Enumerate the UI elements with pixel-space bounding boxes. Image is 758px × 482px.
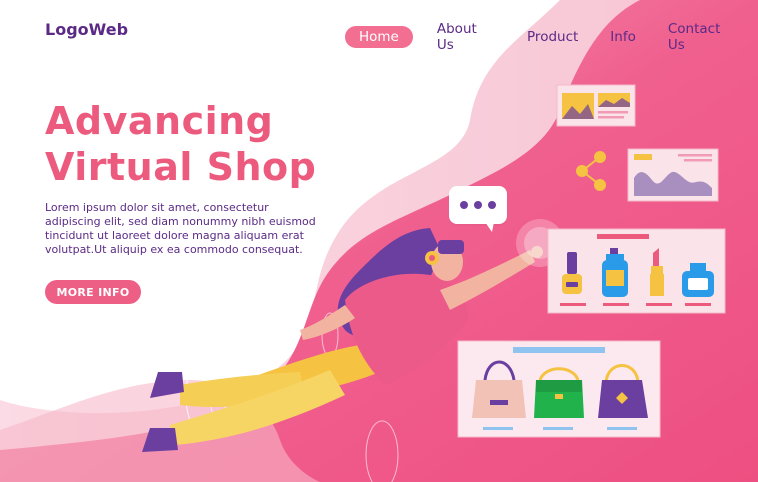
- hero-title: Advancing Virtual Shop: [45, 98, 316, 190]
- analytics-chart-panel: [627, 148, 719, 202]
- nav-item-about-us[interactable]: About Us: [423, 18, 509, 56]
- image-card-panel: [556, 84, 636, 127]
- typing-dot: [460, 201, 468, 209]
- nav-item-home[interactable]: Home: [345, 26, 413, 48]
- hero-title-line-1: Advancing: [45, 99, 274, 143]
- hero-description: Lorem ipsum dolor sit amet, consectetur …: [45, 201, 316, 256]
- typing-dot: [488, 201, 496, 209]
- cosmetics-product-panel: [547, 228, 726, 314]
- main-navigation: Home About Us Product Info Contact Us: [345, 18, 758, 56]
- typing-dot: [474, 201, 482, 209]
- chat-bubble-tail: [485, 222, 494, 232]
- chat-bubble-icon: [449, 186, 507, 224]
- nav-item-contact-us[interactable]: Contact Us: [654, 18, 752, 56]
- site-logo[interactable]: LogoWeb: [45, 20, 128, 39]
- nav-item-product[interactable]: Product: [513, 26, 592, 48]
- handbags-product-panel: [457, 340, 661, 438]
- hero-title-line-2: Virtual Shop: [45, 145, 317, 189]
- more-info-button[interactable]: MORE INFO: [45, 280, 141, 304]
- nav-item-info[interactable]: Info: [596, 26, 650, 48]
